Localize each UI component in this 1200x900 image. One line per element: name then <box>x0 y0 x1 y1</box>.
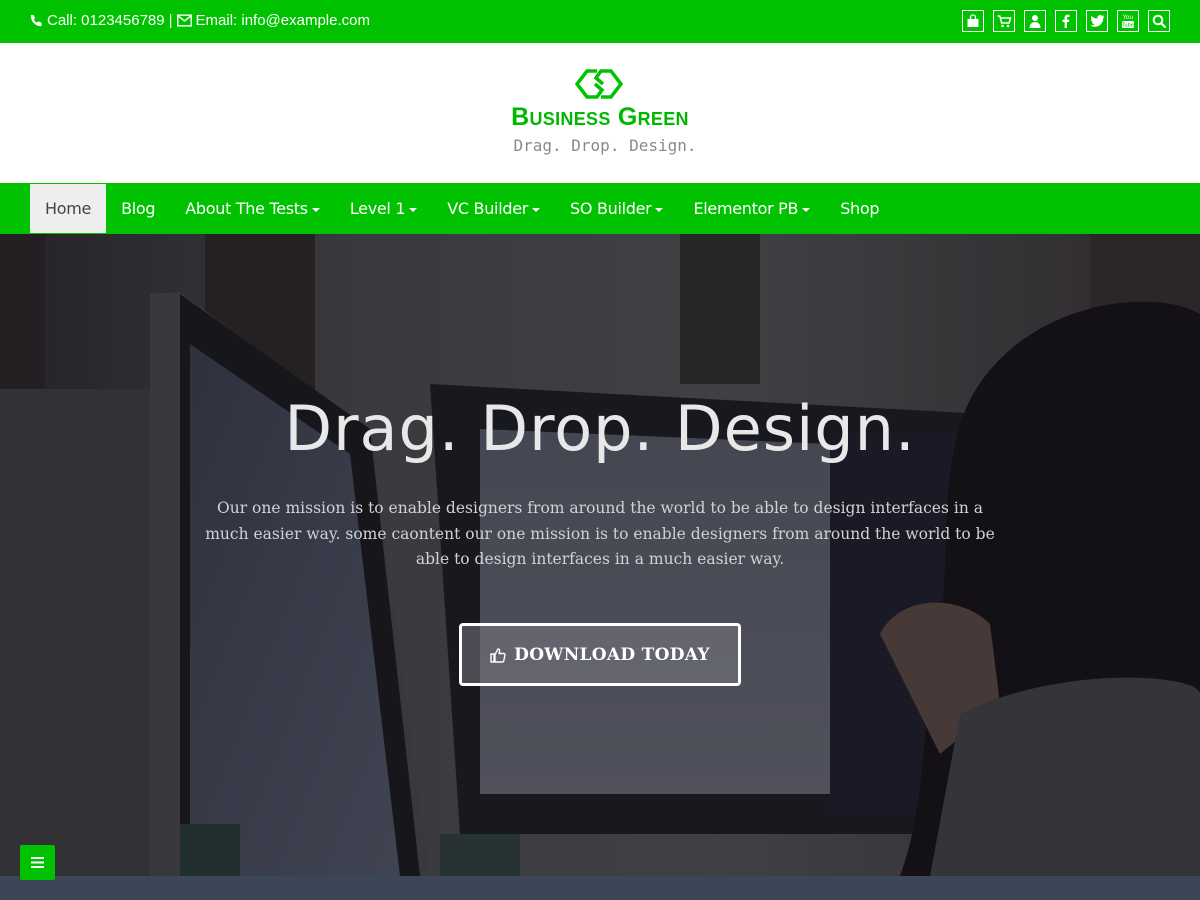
nav-label: Level 1 <box>349 199 406 218</box>
nav-item-vc-builder[interactable]: VC Builder <box>432 184 555 233</box>
hero-title: Drag. Drop. Design. <box>284 392 916 465</box>
thumbs-up-icon <box>490 647 506 663</box>
email-text[interactable]: Email: info@example.com <box>196 12 370 29</box>
top-bar: Call: 0123456789 | Email: info@example.c… <box>0 0 1200 43</box>
nav-label: Elementor PB <box>693 199 799 218</box>
nav-item-about-the-tests[interactable]: About The Tests <box>170 184 335 233</box>
search-icon[interactable] <box>1148 10 1170 32</box>
nav-item-blog[interactable]: Blog <box>106 184 170 233</box>
caret-down-icon <box>802 207 811 212</box>
hero-description: Our one mission is to enable designers f… <box>205 499 995 568</box>
caret-down-icon <box>409 207 418 212</box>
nav-label: Home <box>45 199 92 218</box>
nav-label: About The Tests <box>185 199 308 218</box>
brand-name[interactable]: Business Green <box>0 103 1200 132</box>
caret-down-icon <box>532 207 541 212</box>
nav-label: SO Builder <box>570 199 652 218</box>
caret-down-icon <box>655 207 664 212</box>
facebook-icon[interactable] <box>1055 10 1077 32</box>
youtube-icon[interactable]: You Tube <box>1117 10 1139 32</box>
twitter-icon[interactable] <box>1086 10 1108 32</box>
menu-toggle-button[interactable] <box>20 845 55 880</box>
caret-down-icon <box>311 207 320 212</box>
site-tagline: Drag. Drop. Design. <box>513 136 697 155</box>
nav-item-elementor-pb[interactable]: Elementor PB <box>678 184 825 233</box>
hamburger-menu-icon <box>31 857 44 868</box>
nav-label: Blog <box>121 199 156 218</box>
phone-icon <box>30 14 42 27</box>
download-button-label: DOWNLOAD TODAY <box>514 644 710 665</box>
site-header: Business Green Drag. Drop. Design. <box>0 43 1200 183</box>
envelope-icon <box>176 14 192 27</box>
contact-separator: | <box>168 12 173 29</box>
svg-text:Tube: Tube <box>1121 23 1134 29</box>
contact-info: Call: 0123456789 | Email: info@example.c… <box>30 12 370 29</box>
main-navigation: Home Blog About The Tests Level 1 VC Bui… <box>0 183 1200 234</box>
footer-strip <box>0 876 1200 900</box>
download-today-button[interactable]: DOWNLOAD TODAY <box>459 623 741 686</box>
nav-item-level-1[interactable]: Level 1 <box>335 184 432 233</box>
nav-item-so-builder[interactable]: SO Builder <box>555 184 678 233</box>
user-icon[interactable] <box>1024 10 1046 32</box>
nav-item-home[interactable]: Home <box>30 184 107 233</box>
social-icons: You Tube <box>962 10 1170 32</box>
shopping-bag-icon[interactable] <box>962 10 984 32</box>
nav-item-shop[interactable]: Shop <box>825 184 894 233</box>
svg-text:You: You <box>1122 14 1134 21</box>
cart-icon[interactable] <box>993 10 1015 32</box>
nav-label: Shop <box>840 199 880 218</box>
business-green-logo-icon[interactable] <box>575 67 623 101</box>
nav-label: VC Builder <box>447 199 529 218</box>
hero-section: Drag. Drop. Design. Our one mission is t… <box>0 234 1200 876</box>
phone-text: Call: 0123456789 <box>47 12 165 29</box>
